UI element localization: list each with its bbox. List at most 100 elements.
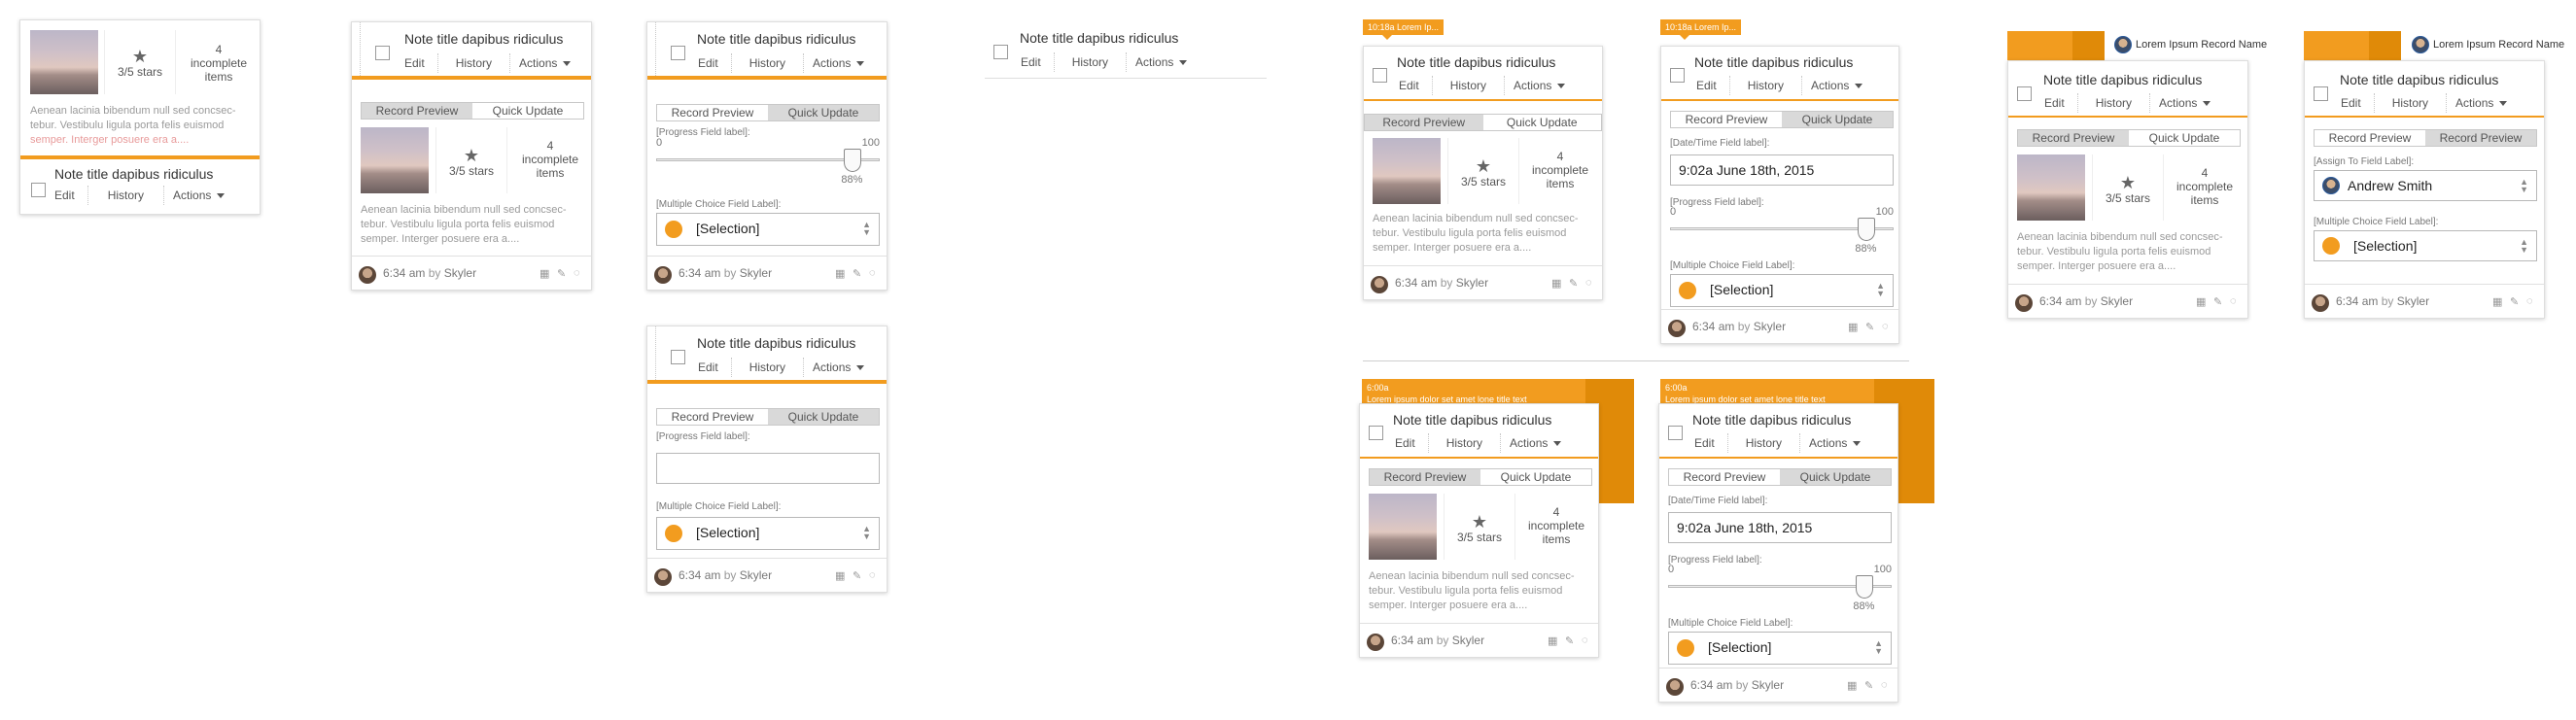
select-checkbox[interactable] [2017, 86, 2032, 101]
datetime-input[interactable]: 9:02a June 18th, 2015 [1668, 512, 1892, 543]
history-link[interactable]: History [436, 53, 509, 73]
tab-record-preview[interactable]: Record Preview [2018, 130, 2129, 146]
footer-user[interactable]: Skyler [1452, 634, 1484, 647]
tab-quick-update[interactable]: Quick Update [2129, 130, 2240, 146]
select-checkbox[interactable] [993, 45, 1008, 59]
history-link[interactable]: History [2076, 93, 2149, 113]
calendar-icon[interactable]: ▦ [1847, 679, 1857, 692]
history-link[interactable]: History [2373, 93, 2446, 113]
tab-record-preview[interactable]: Record Preview [1365, 115, 1483, 130]
select-checkbox[interactable] [671, 46, 685, 60]
history-link[interactable]: History [730, 53, 803, 73]
actions-menu[interactable]: Actions [509, 53, 583, 73]
bell-icon[interactable]: ◌ [1585, 277, 1592, 289]
edit-link[interactable]: Edit [689, 358, 731, 377]
calendar-icon[interactable]: ▦ [1551, 277, 1561, 290]
bell-icon[interactable]: ◌ [1881, 679, 1888, 691]
tab-quick-update[interactable]: Quick Update [1480, 469, 1591, 485]
multiple-choice-select[interactable]: [Selection] ▲ ▼ [656, 213, 880, 246]
select-checkbox[interactable] [2314, 86, 2328, 101]
drag-handle[interactable] [655, 22, 656, 76]
footer-user[interactable]: Skyler [740, 568, 772, 582]
select-checkbox[interactable] [671, 350, 685, 364]
time-tag[interactable]: 10:18a Lorem Ip... [1363, 19, 1445, 40]
history-link[interactable]: History [1431, 76, 1504, 95]
footer-user[interactable]: Skyler [1456, 276, 1488, 290]
history-link[interactable]: History [1427, 433, 1500, 453]
edit-link[interactable]: Edit [1390, 76, 1432, 95]
footer-user[interactable]: Skyler [1752, 678, 1784, 692]
tab-quick-update[interactable]: Quick Update [768, 105, 879, 120]
tab-quick-update[interactable]: Quick Update [1780, 469, 1891, 485]
footer-user[interactable]: Skyler [740, 266, 772, 280]
attachment-icon[interactable]: ✎ [557, 267, 566, 280]
assign-select[interactable]: Andrew Smith ▲ ▼ [2314, 170, 2537, 201]
calendar-icon[interactable]: ▦ [2196, 295, 2206, 308]
tab-quick-update[interactable]: Quick Update [1782, 112, 1893, 127]
record-name[interactable]: Lorem Ipsum Record Name [2433, 39, 2564, 51]
tab-record-preview[interactable]: Record Preview [2315, 130, 2425, 146]
edit-link[interactable]: Edit [46, 186, 87, 205]
avatar[interactable] [1666, 678, 1684, 696]
tab-record-preview[interactable]: Record Preview [362, 103, 472, 119]
slider-handle[interactable] [1856, 575, 1874, 599]
tab-quick-update[interactable]: Quick Update [472, 103, 583, 119]
edit-link[interactable]: Edit [1012, 52, 1054, 72]
history-link[interactable]: History [87, 186, 163, 205]
tab-record-preview[interactable]: Record Preview [1370, 469, 1480, 485]
bell-icon[interactable]: ◌ [574, 267, 580, 279]
select-checkbox[interactable] [375, 46, 390, 60]
multiple-choice-select[interactable]: [Selection] ▲ ▼ [656, 517, 880, 550]
datetime-input[interactable]: 9:02a June 18th, 2015 [1670, 154, 1894, 186]
tab-record-preview[interactable]: Record Preview [1669, 469, 1780, 485]
actions-menu[interactable]: Actions [163, 186, 237, 205]
calendar-icon[interactable]: ▦ [835, 569, 845, 582]
avatar[interactable] [2015, 294, 2033, 312]
note-title[interactable]: Note title dapibus ridiculus [1692, 412, 1851, 428]
edit-link[interactable]: Edit [2332, 93, 2374, 113]
note-title[interactable]: Note title dapibus ridiculus [1694, 54, 1853, 70]
slider-handle[interactable] [1858, 218, 1876, 241]
slider-handle[interactable] [844, 149, 862, 172]
record-color-tab[interactable] [2304, 31, 2401, 60]
multiple-choice-select[interactable]: [Selection] ▲ ▼ [1670, 274, 1894, 307]
calendar-icon[interactable]: ▦ [1848, 321, 1858, 333]
avatar[interactable] [359, 266, 376, 284]
tab-quick-update[interactable]: Quick Update [1483, 115, 1602, 130]
attachment-icon[interactable]: ✎ [1565, 634, 1574, 647]
note-title[interactable]: Note title dapibus ridiculus [54, 166, 213, 182]
history-link[interactable]: History [1728, 76, 1801, 95]
time-tag[interactable]: 10:18a Lorem Ip... [1660, 19, 1742, 40]
footer-user[interactable]: Skyler [444, 266, 476, 280]
drag-handle[interactable] [655, 326, 656, 380]
bell-icon[interactable]: ◌ [1582, 634, 1588, 646]
actions-menu[interactable]: Actions [1801, 76, 1875, 95]
attachment-icon[interactable]: ✎ [2510, 295, 2519, 308]
note-title[interactable]: Note title dapibus ridiculus [697, 335, 855, 351]
record-name[interactable]: Lorem Ipsum Record Name [2136, 39, 2267, 51]
tab-quick-update[interactable]: Quick Update [768, 409, 879, 425]
actions-menu[interactable]: Actions [2446, 93, 2520, 113]
tab-record-preview[interactable]: Record Preview [657, 105, 768, 120]
actions-menu[interactable]: Actions [803, 53, 877, 73]
avatar[interactable] [1668, 320, 1686, 337]
note-title[interactable]: Note title dapibus ridiculus [1397, 54, 1555, 70]
edit-link[interactable]: Edit [689, 53, 731, 73]
note-title[interactable]: Note title dapibus ridiculus [404, 31, 563, 47]
edit-link[interactable]: Edit [1688, 76, 1729, 95]
multiple-choice-select[interactable]: [Selection] ▲ ▼ [1668, 632, 1892, 665]
footer-user[interactable]: Skyler [2101, 294, 2133, 308]
tab-record-preview[interactable]: Record Preview [657, 409, 768, 425]
footer-user[interactable]: Skyler [1754, 320, 1786, 333]
multiple-choice-select[interactable]: [Selection] ▲ ▼ [2314, 230, 2537, 261]
bell-icon[interactable]: ◌ [869, 267, 876, 279]
edit-link[interactable]: Edit [1386, 433, 1428, 453]
history-link[interactable]: History [730, 358, 803, 377]
avatar[interactable] [2312, 294, 2329, 312]
calendar-icon[interactable]: ▦ [835, 267, 845, 280]
history-link[interactable]: History [1053, 52, 1126, 72]
actions-menu[interactable]: Actions [2149, 93, 2223, 113]
note-title[interactable]: Note title dapibus ridiculus [1020, 30, 1178, 46]
avatar[interactable] [654, 266, 672, 284]
calendar-icon[interactable]: ▦ [1548, 634, 1557, 647]
